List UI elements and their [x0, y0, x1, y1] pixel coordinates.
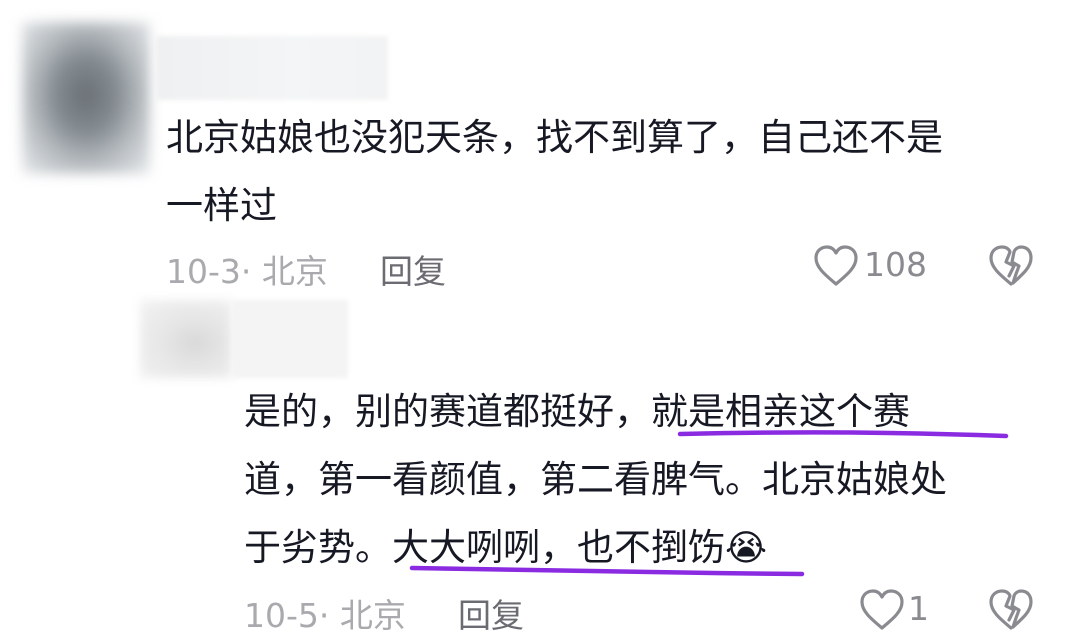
- reply-button[interactable]: 回复: [380, 245, 446, 293]
- highlight-underline: [409, 565, 805, 577]
- like-count: 1: [908, 589, 929, 628]
- comment-text-plain: 是的，别的赛道都挺好，: [244, 390, 651, 433]
- comment-text-line: 一样过: [166, 184, 277, 227]
- comment-text-line: 道，第一看颜值，第二看脾气。北京姑娘处: [244, 458, 947, 501]
- highlight-underline: [677, 430, 1009, 439]
- comment-date-location: 10-5· 北京: [244, 596, 406, 635]
- broken-heart-icon[interactable]: [988, 588, 1034, 632]
- reply-button[interactable]: 回复: [458, 589, 524, 637]
- comment-date-location: 10-3· 北京: [166, 252, 328, 291]
- username-blurred[interactable]: [232, 300, 348, 378]
- heart-outline-icon[interactable]: [858, 588, 906, 632]
- heart-outline-icon[interactable]: [812, 244, 860, 288]
- avatar[interactable]: [140, 300, 232, 378]
- username-blurred[interactable]: [156, 36, 388, 100]
- broken-heart-icon[interactable]: [988, 244, 1034, 288]
- avatar[interactable]: [22, 22, 150, 174]
- comment-text-line: 北京姑娘也没犯天条，找不到算了，自己还不是: [166, 116, 943, 159]
- like-count: 108: [864, 245, 927, 284]
- comment-text-plain: 于劣势。: [244, 526, 392, 569]
